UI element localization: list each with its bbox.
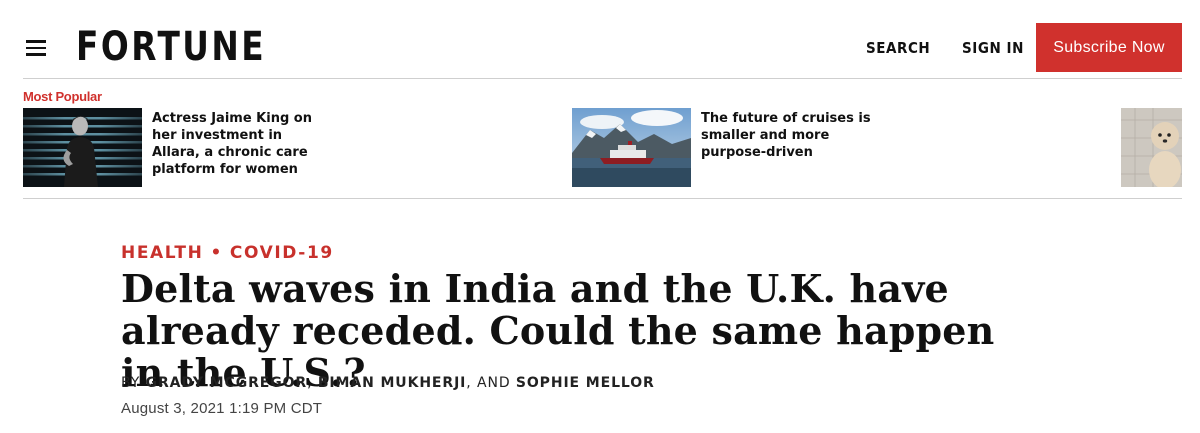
category-link-health[interactable]: HEALTH — [121, 243, 203, 263]
menu-icon-bar — [26, 53, 46, 56]
most-popular-thumbnail-dog[interactable] — [1121, 108, 1182, 187]
menu-icon[interactable] — [26, 40, 46, 56]
most-popular-label: Most Popular — [23, 89, 102, 104]
divider — [23, 198, 1182, 199]
author-link[interactable]: SOPHIE MELLOR — [516, 375, 655, 391]
category-separator: • — [210, 243, 223, 263]
author-separator: , AND — [466, 375, 511, 391]
category-link-covid[interactable]: COVID-19 — [230, 243, 334, 263]
byline: BY GRADY MCGREGOR, BIMAN MUKHERJI, AND S… — [121, 374, 655, 392]
author-link[interactable]: GRADY MCGREGOR — [146, 375, 308, 391]
dog-photo — [1121, 108, 1182, 187]
site-header: FORTUNE SEARCH SIGN IN Subscribe Now — [0, 0, 1200, 79]
fortune-logo[interactable]: FORTUNE — [76, 22, 266, 72]
byline-prefix: BY — [121, 375, 141, 391]
sign-in-link[interactable]: SIGN IN — [962, 39, 1024, 57]
cruise-ship-photo — [572, 108, 691, 187]
portrait-photo — [23, 108, 142, 187]
author-separator: , — [307, 375, 313, 391]
divider — [23, 78, 1182, 79]
menu-icon-bar — [26, 46, 46, 49]
menu-icon-bar — [26, 40, 46, 43]
most-popular-headline[interactable]: The future of cruises is smaller and mor… — [701, 110, 876, 161]
most-popular-headline[interactable]: Actress Jaime King on her investment in … — [152, 110, 322, 178]
subscribe-button[interactable]: Subscribe Now — [1036, 23, 1182, 72]
publish-date: August 3, 2021 1:19 PM CDT — [121, 400, 323, 417]
article-category: HEALTH • COVID-19 — [121, 243, 334, 263]
most-popular-thumbnail-cruise[interactable] — [572, 108, 691, 187]
search-link[interactable]: SEARCH — [866, 39, 930, 57]
author-link[interactable]: BIMAN MUKHERJI — [318, 375, 466, 391]
most-popular-thumbnail-portrait[interactable] — [23, 108, 142, 187]
